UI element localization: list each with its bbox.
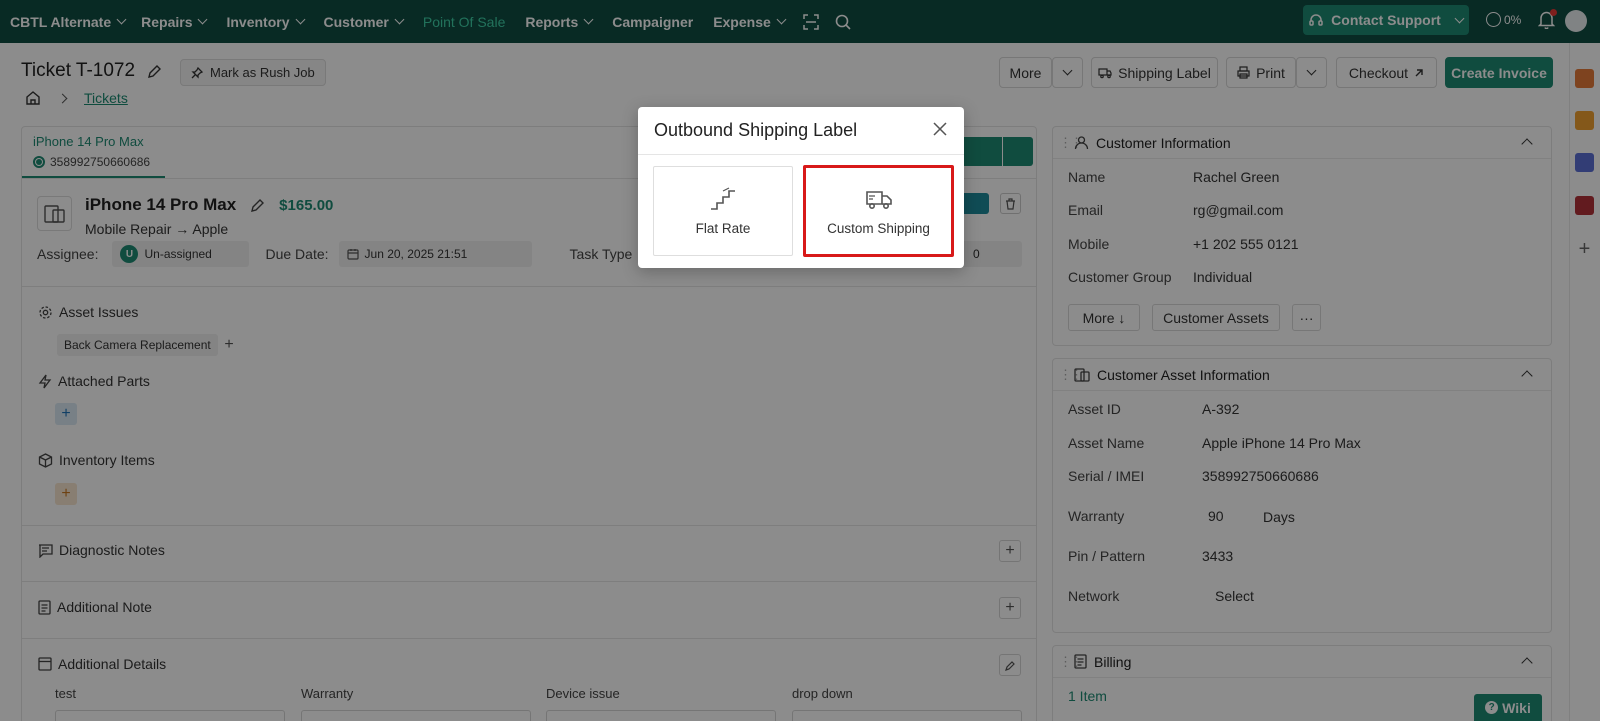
truck-icon (865, 190, 892, 209)
flat-rate-option[interactable]: Flat Rate (653, 166, 793, 256)
close-icon[interactable] (933, 122, 947, 136)
flat-rate-label: Flat Rate (695, 220, 751, 236)
custom-shipping-label: Custom Shipping (827, 220, 930, 236)
stairs-icon (711, 186, 735, 210)
custom-shipping-option[interactable]: Custom Shipping (803, 165, 954, 257)
modal-title: Outbound Shipping Label (654, 120, 858, 140)
modal-divider (638, 154, 964, 155)
shipping-label-modal: Outbound Shipping Label Flat Rate Custom… (638, 107, 964, 268)
